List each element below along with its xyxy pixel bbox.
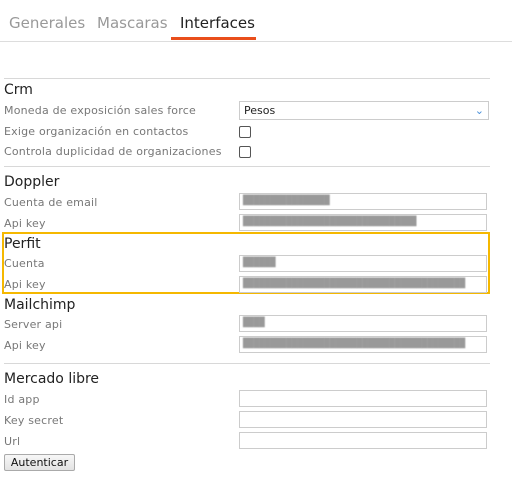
tab-bar: Generales Mascaras Interfaces [0,0,512,42]
perfit-account-label: Cuenta [4,257,45,270]
divider [4,363,490,364]
chevron-down-icon: ⌄ [474,104,484,117]
authenticate-button[interactable]: Autenticar [4,454,75,471]
doppler-section-title: Doppler [4,174,60,190]
ml-url-label: Url [4,435,21,448]
mailchimp-server-field[interactable]: ████ [239,315,487,332]
divider [4,166,490,167]
mercadolibre-section-title: Mercado libre [4,371,100,387]
currency-select[interactable]: Pesos ⌄ [239,101,489,120]
currency-label: Moneda de exposición sales force [4,104,196,117]
tab-interfaces[interactable]: Interfaces [180,14,255,32]
perfit-apikey-field[interactable]: ████████████████████████████████████████… [239,276,487,293]
mailchimp-section-title: Mailchimp [4,297,76,313]
doppler-email-field[interactable]: ████████████████ [239,193,487,210]
tab-generales[interactable]: Generales [9,14,85,32]
require-org-checkbox[interactable] [239,126,251,138]
perfit-apikey-label: Api key [4,278,46,291]
tab-mascaras[interactable]: Mascaras [97,14,168,32]
doppler-email-label: Cuenta de email [4,196,98,209]
ml-id-field[interactable] [239,390,487,407]
ml-url-field[interactable] [239,432,487,449]
perfit-account-field[interactable]: ██████ [239,255,487,272]
crm-section-title: Crm [4,82,33,98]
ml-secret-field[interactable] [239,411,487,428]
ml-id-label: Id app [4,393,40,406]
doppler-apikey-label: Api key [4,217,46,230]
mailchimp-server-label: Server api [4,318,63,331]
active-tab-indicator [171,37,256,40]
ml-secret-label: Key secret [4,414,64,427]
mailchimp-apikey-label: Api key [4,339,46,352]
perfit-section-title: Perfit [4,236,41,252]
check-dup-checkbox[interactable] [239,146,251,158]
currency-selected-value: Pesos [244,104,276,117]
require-org-label: Exige organización en contactos [4,125,189,138]
divider [4,78,490,79]
check-dup-label: Controla duplicidad de organizaciones [4,145,222,158]
mailchimp-apikey-field[interactable]: ████████████████████████████████████████… [239,336,487,353]
doppler-apikey-field[interactable]: ████████████████████████████████ [239,214,487,231]
